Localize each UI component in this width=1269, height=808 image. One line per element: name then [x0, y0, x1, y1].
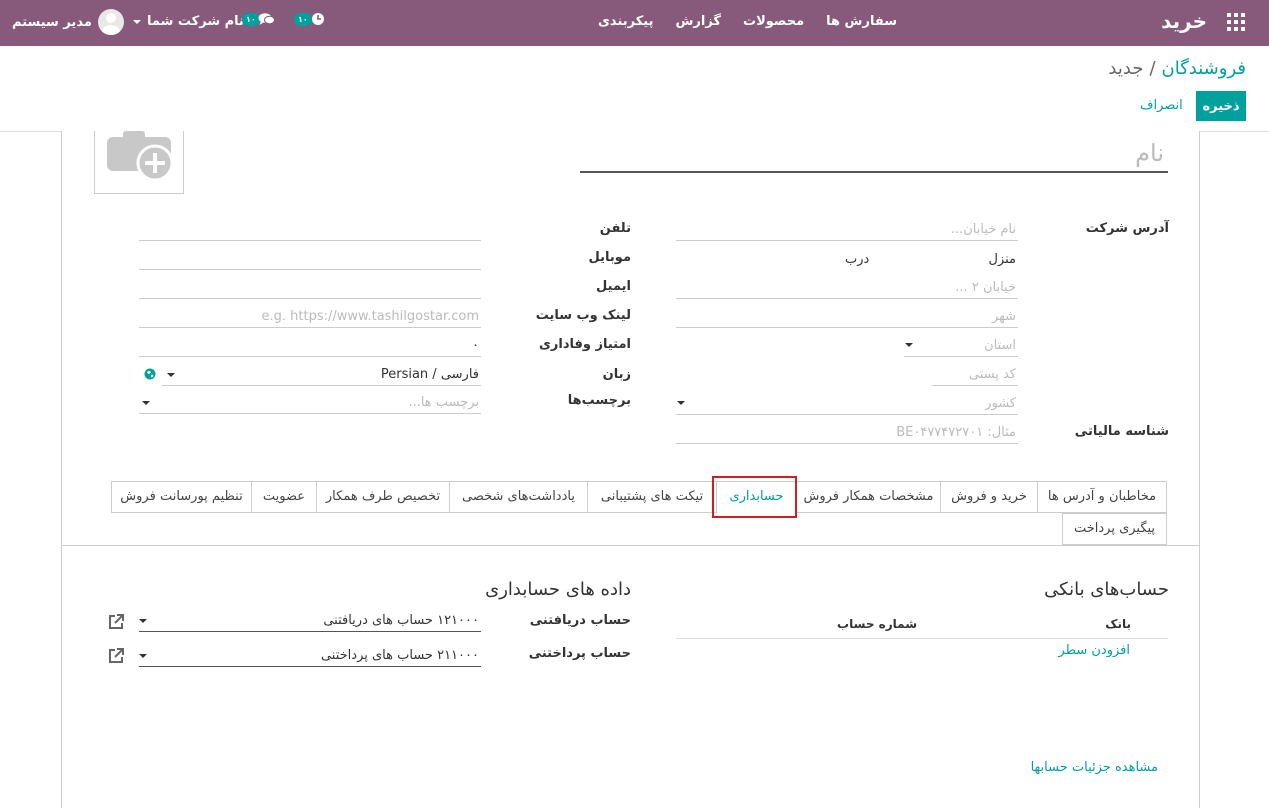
accounting-data-title: داده های حسابداری: [485, 579, 631, 600]
tab-contacts-addresses[interactable]: مخاطبان و آدرس ها: [1037, 481, 1167, 513]
breadcrumb-separator: /: [1149, 58, 1156, 79]
website-label: لینک وب سایت: [535, 308, 631, 323]
activities-systray[interactable]: ۱۰: [294, 12, 325, 26]
avatar: [97, 9, 124, 35]
discard-button[interactable]: انصراف: [1140, 91, 1183, 121]
house-label: منزل: [988, 252, 1016, 267]
bank-table-divider: [676, 638, 1168, 639]
image-upload[interactable]: [94, 131, 184, 194]
tags-label: برچسب‌ها: [567, 393, 631, 408]
zip-input[interactable]: کد پستی: [932, 364, 1018, 386]
country-select[interactable]: کشور: [676, 393, 1018, 415]
col-account-number: شماره حساب: [837, 617, 917, 631]
mobile-input[interactable]: [139, 248, 481, 270]
phone-label: تلفن: [599, 221, 631, 236]
door-label: درب: [845, 252, 870, 267]
email-input[interactable]: [139, 277, 481, 299]
breadcrumb-vendors-link[interactable]: فروشندگان: [1162, 58, 1246, 79]
col-bank: بانک: [1105, 617, 1131, 631]
globe-icon[interactable]: [144, 368, 156, 380]
messages-systray[interactable]: ۱۰: [242, 12, 275, 26]
active-tab-highlight: [712, 476, 797, 518]
state-select[interactable]: استان: [904, 335, 1018, 357]
main-menu: سفارش ها محصولات گزارش پیکربندی: [598, 14, 897, 29]
chevron-down-icon: [905, 343, 913, 347]
company-switcher[interactable]: نام شرکت شما: [133, 14, 244, 29]
mobile-label: موبایل: [588, 250, 631, 265]
house-door-row: منزل درب: [676, 248, 1018, 270]
menu-item-configuration[interactable]: پیکربندی: [598, 14, 653, 29]
tab-internal-notes[interactable]: یادداشت‌های شخصی: [449, 481, 588, 513]
camera-plus-icon: [107, 131, 174, 182]
chevron-down-icon: [142, 401, 150, 405]
menu-item-orders[interactable]: سفارش ها: [826, 14, 897, 29]
external-link-icon[interactable]: [107, 647, 125, 665]
tab-sales-purchase[interactable]: خرید و فروش: [940, 481, 1038, 513]
chevron-down-icon: [677, 401, 685, 405]
receivable-label: حساب دریافتنی: [529, 613, 631, 628]
add-line-link[interactable]: افزودن سطر: [1059, 643, 1130, 658]
tabs-divider: [61, 545, 1200, 546]
chevron-down-icon: [139, 619, 147, 623]
tax-id-input[interactable]: مثال: BE۰۴۷۷۴۷۲۷۰۱: [676, 422, 1018, 444]
company-address-label: آدرس شرکت: [1085, 221, 1169, 236]
payable-select[interactable]: ۲۱۱۰۰۰ حساب های پرداختنی: [139, 645, 481, 667]
bank-accounts-title: حساب‌های بانکی: [1044, 579, 1169, 600]
tax-id-label: شناسه مالیاتی: [1074, 424, 1169, 439]
breadcrumb: فروشندگان / جدید: [1108, 58, 1246, 79]
external-link-icon[interactable]: [107, 613, 125, 631]
tab-helpdesk-tickets[interactable]: تیکت های پشتیبانی: [587, 481, 717, 513]
receivable-select[interactable]: ۱۲۱۰۰۰ حساب های دریافتنی: [139, 610, 481, 632]
street-input[interactable]: نام خیابان...: [676, 219, 1018, 241]
top-navbar: خرید سفارش ها محصولات گزارش پیکربندی مدی…: [0, 0, 1269, 46]
chevron-down-icon: [133, 19, 141, 24]
chevron-down-icon: [167, 373, 175, 377]
save-button[interactable]: ذخیره: [1196, 91, 1246, 121]
view-accounts-details-link[interactable]: مشاهده جزئیات حسابها: [1031, 760, 1158, 775]
name-input[interactable]: نام: [580, 138, 1168, 173]
tab-commission[interactable]: تنظیم پورسانت فروش: [111, 481, 252, 513]
tab-partner-assignment[interactable]: تخصیص طرف همکار: [316, 481, 450, 513]
activities-badge: ۱۰: [294, 12, 312, 26]
tags-input[interactable]: برچسب ها...: [139, 392, 481, 414]
street2-input[interactable]: خیابان ۲ ...: [676, 277, 1018, 299]
tab-payment-followup[interactable]: پیگیری پرداخت: [1062, 513, 1167, 545]
loyalty-input[interactable]: ۰: [139, 335, 481, 357]
clock-icon: [311, 13, 324, 25]
language-select[interactable]: Persian / فارسی: [162, 364, 481, 386]
company-name: نام شرکت شما: [147, 14, 244, 29]
menu-item-reporting[interactable]: گزارش: [675, 14, 721, 29]
city-input[interactable]: شهر: [676, 306, 1018, 328]
tab-membership[interactable]: عضویت: [251, 481, 317, 513]
payable-label: حساب پرداختنی: [528, 646, 631, 661]
chevron-down-icon: [139, 654, 147, 658]
apps-menu-icon[interactable]: [1227, 13, 1245, 31]
breadcrumb-current: جدید: [1108, 58, 1144, 79]
app-title: خرید: [1161, 9, 1207, 33]
phone-input[interactable]: [139, 219, 481, 241]
chat-icon: [258, 13, 275, 25]
loyalty-label: امتیاز وفاداری: [538, 337, 631, 352]
email-label: ایمیل: [596, 279, 631, 294]
tab-partner-info[interactable]: مشخصات همکار فروش: [796, 481, 941, 513]
website-input[interactable]: e.g. https://www.tashilgostar.com: [139, 306, 481, 328]
language-label: زبان: [602, 367, 631, 382]
menu-item-products[interactable]: محصولات: [743, 14, 804, 29]
user-name: مدیر سیستم: [12, 14, 92, 30]
user-menu[interactable]: مدیر سیستم: [12, 9, 124, 35]
